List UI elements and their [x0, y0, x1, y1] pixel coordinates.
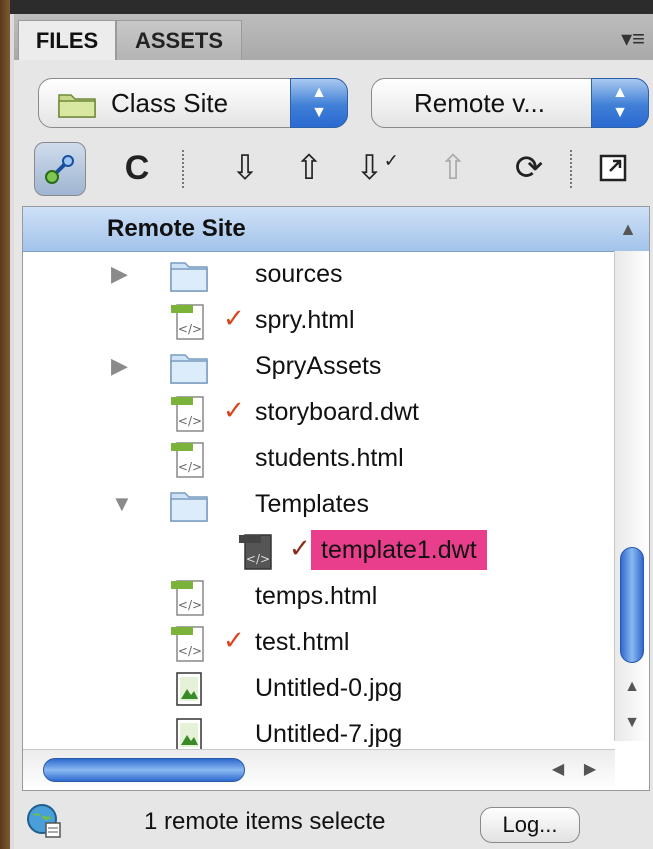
- sort-arrow-icon[interactable]: ▲: [619, 219, 637, 240]
- tree-header-title: Remote Site: [107, 215, 246, 242]
- scroll-right-arrow-icon[interactable]: ▶: [575, 750, 605, 790]
- window-edge: [0, 0, 10, 849]
- tree-item-name: Untitled-0.jpg: [255, 674, 403, 702]
- tree-item-name: storyboard.dwt: [255, 398, 419, 426]
- tree-folder-row[interactable]: ▶ SpryAssets: [23, 343, 613, 389]
- svg-text:</>: </>: [178, 414, 202, 428]
- tree-item-name: students.html: [255, 444, 404, 472]
- folder-icon: [167, 255, 211, 295]
- horizontal-scrollbar[interactable]: ◀ ▶: [23, 749, 615, 790]
- image-file-icon: [167, 669, 211, 709]
- tab-assets[interactable]: ASSETS: [116, 20, 242, 61]
- scroll-up-arrow-icon[interactable]: ▲: [615, 669, 649, 705]
- html-file-icon: </>: [167, 301, 211, 341]
- status-text: 1 remote items selecte: [144, 808, 386, 835]
- checked-out-icon: ✓: [289, 533, 311, 563]
- vertical-scroll-thumb[interactable]: [620, 547, 644, 663]
- svg-text:</>: </>: [178, 598, 202, 612]
- tree-item-name: test.html: [255, 628, 350, 656]
- refresh-icon: C: [124, 148, 150, 187]
- site-select-value: Class Site: [111, 88, 229, 118]
- remote-file-tree[interactable]: Remote Site ▲ ▶ sources </> ✓ spry.html ▶ Spry…: [22, 206, 650, 791]
- toolbar-separator: [570, 150, 574, 188]
- files-panel: Class Site ▲ ▼ Remote v... ▲ ▼ C ⇩ ⇧ ⇩✓ ⇧ …: [14, 60, 653, 849]
- tree-file-row[interactable]: </> ✓ template1.dwt: [23, 527, 613, 573]
- disclosure-collapsed-icon[interactable]: ▶: [111, 353, 128, 379]
- refresh-button[interactable]: C: [112, 142, 162, 194]
- site-select-stepper[interactable]: ▲ ▼: [290, 78, 348, 128]
- panel-tab-bar: FILES ASSETS ▾≡: [14, 14, 653, 61]
- synchronize-button[interactable]: ⟳: [504, 142, 554, 194]
- checked-out-icon: ✓: [223, 625, 245, 655]
- log-button[interactable]: Log...: [480, 807, 580, 843]
- get-button[interactable]: ⇩: [220, 142, 270, 194]
- tree-item-name: temps.html: [255, 582, 378, 610]
- html-file-icon: </>: [167, 393, 211, 433]
- view-select-value: Remote v...: [414, 88, 546, 118]
- horizontal-scroll-thumb[interactable]: [43, 758, 245, 782]
- svg-text:</>: </>: [178, 322, 202, 336]
- check-out-icon: ⇩✓: [355, 149, 399, 187]
- folder-icon: [58, 94, 96, 118]
- scroll-left-arrow-icon[interactable]: ◀: [543, 750, 573, 790]
- tree-file-row[interactable]: </> ✓ test.html: [23, 619, 613, 665]
- view-select-stepper[interactable]: ▲ ▼: [591, 78, 649, 128]
- checked-out-icon: ✓: [223, 303, 245, 333]
- check-in-button[interactable]: ⇧: [428, 142, 478, 194]
- tree-item-name: sources: [255, 260, 343, 288]
- tree-file-row[interactable]: Untitled-0.jpg: [23, 665, 613, 711]
- html-file-icon: </>: [167, 577, 211, 617]
- check-in-icon: ⇧: [438, 149, 468, 187]
- toolbar-separator: [182, 150, 186, 188]
- tab-files[interactable]: FILES: [18, 20, 116, 61]
- template-file-icon: </>: [235, 531, 279, 571]
- tree-file-row[interactable]: </> temps.html: [23, 573, 613, 619]
- tree-file-row[interactable]: </> ✓ spry.html: [23, 297, 613, 343]
- globe-icon: [27, 804, 61, 838]
- view-select[interactable]: Remote v... ▲ ▼: [371, 78, 649, 128]
- up-down-icon: ▲ ▼: [612, 84, 628, 121]
- check-out-button[interactable]: ⇩✓: [352, 142, 402, 194]
- disclosure-collapsed-icon[interactable]: ▶: [111, 261, 128, 287]
- folder-icon: [167, 485, 211, 525]
- vertical-scrollbar[interactable]: ▲ ▼: [614, 251, 649, 741]
- get-icon: ⇩: [230, 149, 260, 187]
- tree-item-name: SpryAssets: [255, 352, 382, 380]
- tree-file-row[interactable]: </> ✓ storyboard.dwt: [23, 389, 613, 435]
- up-down-icon: ▲ ▼: [311, 84, 327, 121]
- title-strip: [10, 0, 653, 14]
- synchronize-icon: ⟳: [514, 149, 544, 187]
- connect-icon: [45, 155, 74, 184]
- put-button[interactable]: ⇧: [284, 142, 334, 194]
- svg-text:</>: </>: [178, 460, 202, 474]
- disclosure-expanded-icon[interactable]: ▼: [111, 491, 133, 517]
- html-file-icon: </>: [167, 623, 211, 663]
- checked-out-icon: ✓: [223, 395, 245, 425]
- scroll-down-arrow-icon[interactable]: ▼: [615, 705, 649, 741]
- connect-button[interactable]: [34, 142, 86, 196]
- tree-column-header[interactable]: Remote Site ▲: [23, 207, 649, 252]
- tree-item-name: template1.dwt: [311, 530, 487, 570]
- tree-folder-row[interactable]: ▼ Templates: [23, 481, 613, 527]
- tree-file-row[interactable]: </> students.html: [23, 435, 613, 481]
- put-icon: ⇧: [294, 149, 324, 187]
- tree-folder-row[interactable]: ▶ sources: [23, 251, 613, 297]
- svg-text:</>: </>: [246, 552, 270, 566]
- expand-icon: [599, 154, 627, 182]
- tree-item-name: Templates: [255, 490, 369, 518]
- svg-text:</>: </>: [178, 644, 202, 658]
- expand-button[interactable]: [588, 142, 638, 194]
- panel-options-icon[interactable]: ▾≡: [621, 26, 645, 52]
- tree-item-name: spry.html: [255, 306, 355, 334]
- folder-icon: [167, 347, 211, 387]
- site-select[interactable]: Class Site ▲ ▼: [38, 78, 348, 128]
- html-file-icon: </>: [167, 439, 211, 479]
- status-bar: 1 remote items selecte Log...: [14, 795, 653, 849]
